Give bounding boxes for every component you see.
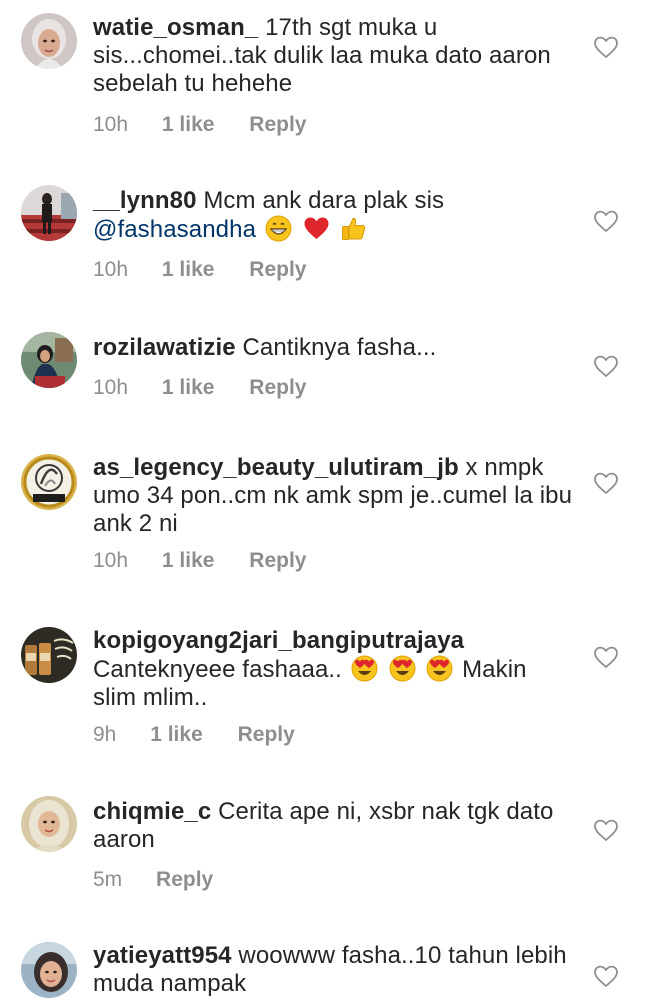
comment-time: 10h	[93, 549, 129, 572]
comment-likes[interactable]: 1 like	[162, 549, 215, 573]
comment-username[interactable]: kopigoyang2jari_bangiputrajaya	[93, 627, 464, 654]
heart-outline-icon[interactable]	[593, 645, 619, 669]
avatar[interactable]	[21, 796, 77, 852]
heart-eyes-emoji-icon	[389, 655, 416, 682]
comment-username[interactable]: __lynn80	[93, 187, 197, 214]
comment-likes[interactable]: 1 like	[162, 376, 215, 400]
comment-time: 9h	[93, 723, 117, 746]
heart-eyes-emoji-icon	[351, 655, 378, 682]
comment-item: watie_osman_ 17th sgt muka u sis...chome…	[0, 0, 656, 160]
comment-text-block: watie_osman_ 17th sgt muka u sis...chome…	[93, 14, 573, 98]
heart-outline-icon[interactable]	[593, 354, 619, 378]
comments-list: watie_osman_ 17th sgt muka u sis...chome…	[0, 0, 656, 1000]
mention-link[interactable]: @fashasandha	[93, 216, 256, 243]
reply-button[interactable]: Reply	[249, 258, 306, 282]
comment-item: yatieyatt954 woowww fasha..10 tahun lebi…	[0, 924, 656, 1000]
heart-outline-icon[interactable]	[593, 818, 619, 842]
reply-button[interactable]: Reply	[238, 723, 295, 747]
heart-outline-icon[interactable]	[593, 35, 619, 59]
comment-meta: 9h 1 like Reply	[93, 723, 295, 747]
grinning-face-emoji-icon	[265, 215, 292, 242]
reply-button[interactable]: Reply	[249, 113, 306, 137]
comment-item: chiqmie_c Cerita ape ni, xsbr nak tgk da…	[0, 774, 656, 924]
avatar[interactable]	[21, 13, 77, 69]
comment-meta: 5m Reply	[93, 868, 213, 892]
comment-username[interactable]: as_legency_beauty_ulutiram_jb	[93, 454, 459, 481]
reply-button[interactable]: Reply	[249, 549, 306, 573]
comment-text: Canteknyeee fashaaa..	[93, 656, 342, 683]
comment-username[interactable]: chiqmie_c	[93, 798, 211, 825]
comment-likes[interactable]: 1 like	[162, 258, 215, 282]
avatar[interactable]	[21, 627, 77, 683]
comment-likes[interactable]: 1 like	[150, 723, 203, 747]
heart-outline-icon[interactable]	[593, 471, 619, 495]
comment-text-block: kopigoyang2jari_bangiputrajaya Canteknye…	[93, 627, 573, 712]
comment-text-block: yatieyatt954 woowww fasha..10 tahun lebi…	[93, 942, 573, 998]
comment-text: Mcm ank dara plak sis	[203, 187, 445, 214]
comment-text-block: __lynn80 Mcm ank dara plak sis @fashasan…	[93, 187, 573, 244]
heart-outline-icon[interactable]	[593, 209, 619, 233]
comment-likes[interactable]: 1 like	[162, 113, 215, 137]
comment-text-block: chiqmie_c Cerita ape ni, xsbr nak tgk da…	[93, 798, 573, 854]
comment-username[interactable]: watie_osman_	[93, 14, 258, 41]
reply-button[interactable]: Reply	[249, 376, 306, 400]
comment-username[interactable]: rozilawatizie	[93, 334, 236, 361]
comment-item: as_legency_beauty_ulutiram_jb x nmpk umo…	[0, 428, 656, 602]
comment-time: 5m	[93, 868, 123, 891]
comment-item: rozilawatizie Cantiknya fasha... 10h 1 l…	[0, 306, 656, 428]
red-heart-emoji-icon	[303, 215, 330, 242]
thumbs-up-emoji-icon	[340, 215, 367, 242]
heart-outline-icon[interactable]	[593, 964, 619, 988]
comment-meta: 10h 1 like Reply	[93, 376, 306, 400]
avatar[interactable]	[21, 454, 77, 510]
avatar[interactable]	[21, 185, 77, 241]
heart-eyes-emoji-icon	[426, 655, 453, 682]
comment-time: 10h	[93, 376, 129, 399]
avatar[interactable]	[21, 942, 77, 998]
comment-username[interactable]: yatieyatt954	[93, 942, 232, 969]
comment-text: Cantiknya fasha...	[242, 334, 437, 361]
comment-text-block: as_legency_beauty_ulutiram_jb x nmpk umo…	[93, 454, 573, 538]
comment-text-block: rozilawatizie Cantiknya fasha...	[93, 334, 573, 362]
comment-time: 10h	[93, 258, 129, 281]
comment-meta: 10h 1 like Reply	[93, 549, 306, 573]
comment-meta: 10h 1 like Reply	[93, 258, 306, 282]
comment-item: __lynn80 Mcm ank dara plak sis @fashasan…	[0, 160, 656, 306]
comment-item: kopigoyang2jari_bangiputrajaya Canteknye…	[0, 602, 656, 774]
avatar[interactable]	[21, 332, 77, 388]
comment-meta: 10h 1 like Reply	[93, 113, 306, 137]
comment-time: 10h	[93, 113, 129, 136]
reply-button[interactable]: Reply	[156, 868, 213, 892]
